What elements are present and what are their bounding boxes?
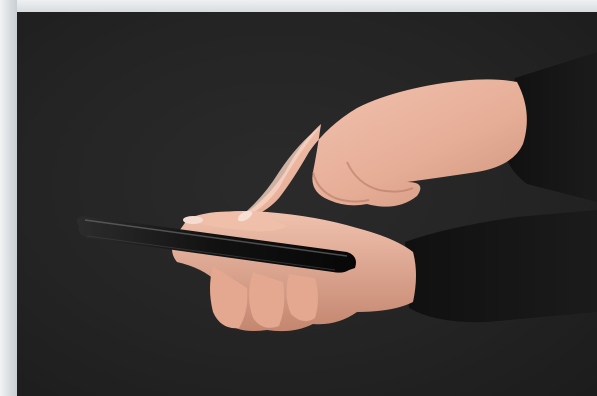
lower-sleeve xyxy=(405,210,597,323)
frame-top-border xyxy=(0,0,597,12)
pointing-hand xyxy=(234,79,527,222)
photo-illustration xyxy=(76,52,597,332)
pointing-finger xyxy=(237,126,321,221)
frame-left-border xyxy=(0,0,17,396)
photo xyxy=(17,12,597,396)
thumbnail xyxy=(183,216,203,224)
photo-frame xyxy=(0,0,597,396)
